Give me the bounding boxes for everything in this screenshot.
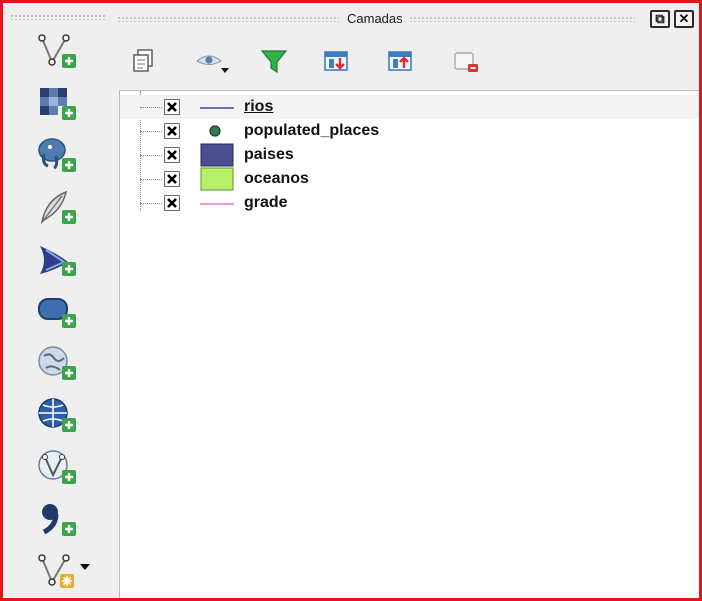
layer-row-populated-places[interactable]: populated_places — [120, 119, 699, 143]
add-delimited-text-layer-icon — [42, 504, 76, 536]
collapse-all-icon — [388, 51, 412, 71]
layer-name: oceanos — [244, 170, 309, 187]
remove-layer-button[interactable] — [451, 46, 481, 76]
float-panel-button[interactable]: ⧉ — [650, 10, 670, 28]
add-wfs-layer-icon — [38, 450, 76, 484]
panel-titlebar[interactable]: Camadas ⧉ ✕ — [109, 6, 699, 32]
new-layer-dropdown-button[interactable] — [36, 552, 96, 592]
layer-visibility-checkbox[interactable] — [164, 147, 180, 163]
layers-toolbar — [109, 36, 699, 84]
add-oracle-layer-icon — [38, 298, 76, 328]
layer-tree[interactable]: rios populated_places paises oceanos gra… — [119, 90, 699, 598]
fill-symbol-icon — [200, 143, 234, 167]
add-postgis-layer-icon — [38, 138, 76, 172]
layer-row-rios[interactable]: rios — [120, 95, 699, 119]
titlebar-grip-left — [117, 16, 339, 22]
visibility-menu-icon — [195, 55, 229, 73]
layer-row-paises[interactable]: paises — [120, 143, 699, 167]
titlebar-grip-right — [409, 16, 635, 22]
layer-name: grade — [244, 194, 288, 211]
line-symbol-icon — [200, 203, 234, 205]
tree-connector — [140, 179, 162, 180]
layer-row-grade[interactable]: grade — [120, 191, 699, 215]
expand-all-icon — [324, 51, 348, 71]
add-group-button[interactable] — [129, 46, 159, 76]
filter-legend-icon — [260, 50, 288, 74]
add-spatialite-layer-button[interactable] — [36, 188, 82, 228]
new-shapefile-layer-icon — [38, 554, 90, 588]
tree-connector — [140, 155, 162, 156]
remove-layer-icon — [454, 52, 478, 72]
line-symbol-icon — [200, 107, 234, 109]
add-wms-layer-button[interactable] — [36, 344, 82, 384]
layers-panel: Camadas ⧉ ✕ rios populated_places paises… — [109, 6, 699, 598]
checked-x-icon — [167, 150, 177, 160]
layer-visibility-checkbox[interactable] — [164, 123, 180, 139]
close-panel-button[interactable]: ✕ — [674, 10, 694, 28]
layer-name: populated_places — [244, 122, 380, 139]
layers-window: Camadas ⧉ ✕ rios populated_places paises… — [0, 0, 702, 601]
manage-visibility-button[interactable] — [195, 46, 231, 76]
panel-title: Camadas — [347, 11, 403, 26]
toolbar-grip[interactable] — [10, 14, 105, 20]
checked-x-icon — [167, 126, 177, 136]
checked-x-icon — [167, 102, 177, 112]
add-spatialite-layer-icon — [40, 190, 76, 225]
add-oracle-layer-button[interactable] — [36, 292, 82, 332]
checked-x-icon — [167, 198, 177, 208]
expand-all-button[interactable] — [321, 46, 351, 76]
add-vector-layer-icon — [38, 34, 76, 68]
layer-visibility-checkbox[interactable] — [164, 195, 180, 211]
add-wcs-layer-button[interactable] — [36, 396, 82, 436]
tree-connector — [140, 131, 162, 132]
layer-row-oceanos[interactable]: oceanos — [120, 167, 699, 191]
add-mssql-layer-button[interactable] — [36, 240, 82, 280]
add-wcs-layer-icon — [38, 398, 76, 432]
add-raster-layer-icon — [40, 88, 76, 120]
layer-name: paises — [244, 146, 294, 163]
tree-connector — [140, 107, 162, 108]
layer-visibility-checkbox[interactable] — [164, 99, 180, 115]
layer-visibility-checkbox[interactable] — [164, 171, 180, 187]
add-raster-layer-button[interactable] — [36, 84, 82, 124]
add-postgis-layer-button[interactable] — [36, 136, 82, 176]
add-mssql-layer-icon — [40, 246, 76, 276]
add-delimited-text-layer-button[interactable] — [36, 500, 82, 540]
collapse-all-button[interactable] — [385, 46, 415, 76]
layer-name: rios — [244, 98, 274, 115]
add-wms-layer-icon — [38, 346, 76, 380]
add-group-icon — [133, 49, 153, 72]
manage-layers-toolbar — [6, 6, 109, 598]
tree-connector — [140, 203, 162, 204]
point-symbol-icon — [209, 125, 221, 137]
add-wfs-layer-button[interactable] — [36, 448, 82, 488]
checked-x-icon — [167, 174, 177, 184]
add-vector-layer-button[interactable] — [36, 32, 82, 72]
fill-symbol-icon — [200, 167, 234, 191]
filter-legend-button[interactable] — [259, 46, 289, 76]
